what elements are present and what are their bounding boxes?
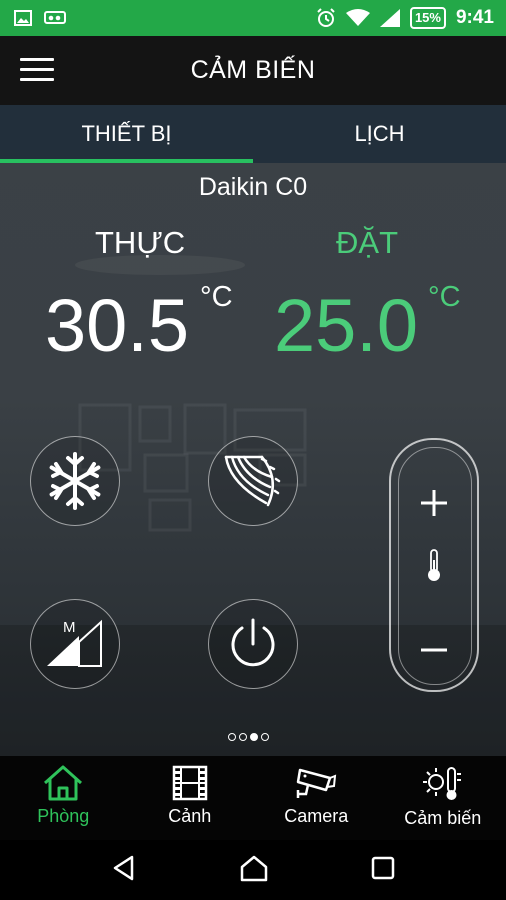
nav-sensor-label: Cảm biến bbox=[404, 808, 482, 828]
fan-speed-icon: M bbox=[47, 619, 102, 667]
nav-scene[interactable]: Cảnh bbox=[127, 756, 254, 840]
device-name: Daikin C0 bbox=[198, 173, 308, 201]
snowflake-icon bbox=[49, 452, 101, 510]
image-icon bbox=[14, 10, 32, 26]
set-temp-label: ĐẶT bbox=[336, 225, 398, 260]
swing-icon bbox=[224, 455, 281, 507]
plus-icon bbox=[421, 490, 447, 516]
actual-temp-unit: °C bbox=[200, 281, 233, 313]
voicemail-icon bbox=[44, 11, 66, 24]
hamburger-menu-icon[interactable] bbox=[20, 58, 54, 84]
nav-camera[interactable]: Camera bbox=[253, 756, 380, 840]
camera-icon bbox=[297, 768, 337, 798]
set-temp-unit: °C bbox=[428, 281, 461, 313]
fan-speed-button[interactable]: M bbox=[30, 599, 120, 689]
fan-speed-label: M bbox=[63, 619, 76, 636]
actual-temp-label: THỰC bbox=[95, 225, 186, 260]
nav-scene-label: Cảnh bbox=[168, 806, 212, 826]
page-indicator bbox=[228, 733, 269, 741]
nav-room[interactable]: Phòng bbox=[0, 756, 127, 840]
nav-camera-label: Camera bbox=[284, 806, 349, 826]
tab-devices[interactable]: THIẾT BỊ bbox=[0, 105, 253, 163]
wifi-icon bbox=[345, 9, 370, 26]
recents-button[interactable] bbox=[370, 855, 396, 886]
sensor-icon bbox=[422, 767, 461, 800]
bottom-nav: Phòng Cảnh Camera Cảm biến bbox=[0, 756, 506, 840]
alarm-icon bbox=[317, 8, 335, 27]
set-temp-value: 25.0 bbox=[274, 284, 419, 367]
tab-bar: THIẾT BỊ LỊCH bbox=[0, 105, 506, 163]
temperature-control bbox=[389, 438, 479, 692]
recents-icon bbox=[371, 856, 394, 879]
back-button[interactable] bbox=[110, 854, 138, 887]
film-icon bbox=[172, 765, 207, 801]
page-dot-active[interactable] bbox=[250, 733, 258, 741]
back-icon bbox=[114, 855, 134, 880]
nav-room-label: Phòng bbox=[37, 806, 90, 826]
system-nav-bar bbox=[0, 840, 506, 900]
power-icon bbox=[231, 618, 275, 667]
mode-button[interactable] bbox=[30, 436, 120, 526]
battery-icon: 15% bbox=[409, 7, 446, 29]
home-icon bbox=[44, 765, 83, 801]
status-time: 9:41 bbox=[455, 7, 494, 28]
tab-schedule[interactable]: LỊCH bbox=[253, 105, 506, 163]
temp-decrease-button[interactable] bbox=[409, 635, 459, 665]
home-nav-icon bbox=[240, 855, 268, 881]
home-button[interactable] bbox=[239, 854, 269, 887]
page-dot[interactable] bbox=[228, 733, 236, 741]
page-title: CẢM BIẾN bbox=[190, 56, 316, 84]
actual-temp-value: 30.5 bbox=[45, 284, 190, 367]
nav-sensor[interactable]: Cảm biến bbox=[380, 756, 506, 840]
page-dot[interactable] bbox=[261, 733, 269, 741]
temp-increase-button[interactable] bbox=[409, 478, 459, 528]
minus-icon bbox=[421, 648, 447, 652]
app-bar: CẢM BIẾN bbox=[0, 36, 506, 105]
thermometer-icon bbox=[428, 549, 440, 581]
main-content: THIẾT BỊ LỊCH Daikin C0 THỰC ĐẶT 30.5 °C… bbox=[0, 105, 506, 756]
swing-button[interactable] bbox=[208, 436, 298, 526]
page-dot[interactable] bbox=[239, 733, 247, 741]
status-bar: 15% 9:41 bbox=[0, 0, 506, 36]
signal-icon bbox=[379, 9, 400, 27]
power-button[interactable] bbox=[208, 599, 298, 689]
